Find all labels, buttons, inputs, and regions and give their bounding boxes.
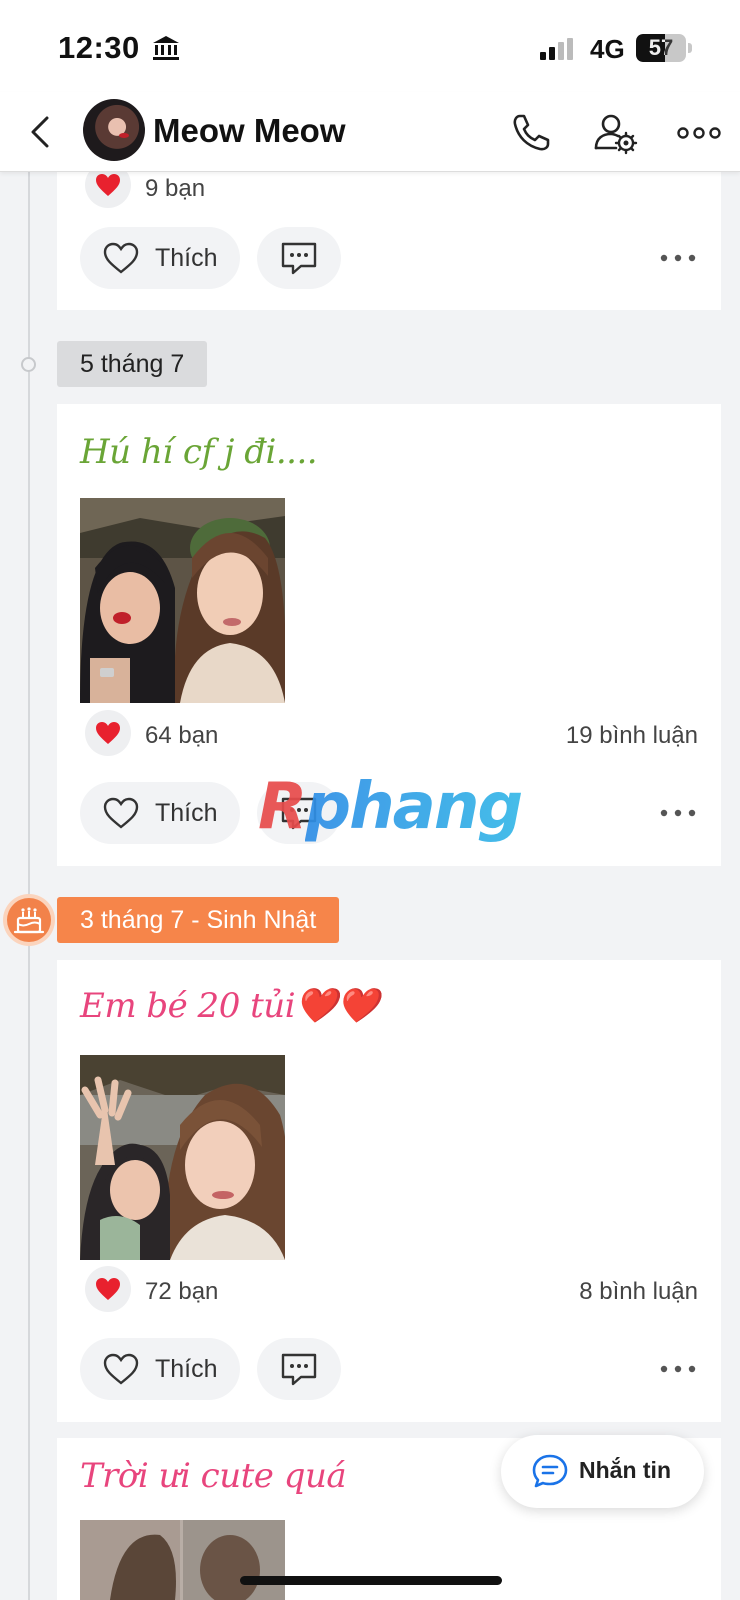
back-icon[interactable] [22, 112, 62, 152]
comment-button[interactable] [257, 227, 341, 289]
birthday-cake-icon [7, 898, 51, 942]
contact-name[interactable]: Meow Meow [153, 112, 346, 150]
post-title: Em bé 20 tủi❤️❤️ [80, 986, 379, 1026]
post-more-icon[interactable] [658, 248, 698, 268]
post-card: 9 bạn Thích [57, 162, 721, 310]
post-photo[interactable] [80, 1055, 285, 1260]
reaction-count[interactable]: 64 bạn [145, 722, 218, 750]
like-label: Thích [155, 799, 218, 827]
post-title: Trời ưi cute quá [80, 1456, 347, 1496]
reaction-count[interactable]: 9 bạn [145, 175, 205, 203]
like-button[interactable]: Thích [80, 1338, 240, 1400]
like-label: Thích [155, 244, 218, 272]
phone-icon[interactable] [508, 110, 554, 156]
more-options-icon[interactable] [676, 110, 722, 156]
comment-icon [281, 242, 317, 275]
heart-outline-icon [103, 797, 139, 829]
like-button[interactable]: Thích [80, 227, 240, 289]
timeline-dot [21, 357, 36, 372]
battery-indicator: 57 [636, 34, 686, 62]
date-label: 5 tháng 7 [57, 341, 208, 387]
home-indicator[interactable] [240, 1576, 502, 1585]
signal-icon [540, 38, 573, 60]
heart-icon [96, 174, 120, 196]
comment-count[interactable]: 19 bình luận [566, 722, 698, 750]
post-card: Em bé 20 tủi❤️❤️ 72 bạn 8 bình luận Thíc… [57, 960, 721, 1422]
network-type: 4G [590, 34, 625, 64]
reaction-count[interactable]: 72 bạn [145, 1278, 218, 1306]
send-message-button[interactable]: Nhắn tin [501, 1435, 704, 1508]
like-button[interactable]: Thích [80, 782, 240, 844]
heart-icon [96, 722, 120, 744]
post-more-icon[interactable] [658, 803, 698, 823]
status-bar: 12:30 4G 57 [0, 0, 740, 92]
reaction-badge[interactable] [85, 710, 131, 756]
send-message-label: Nhắn tin [579, 1457, 671, 1483]
chat-bubble-icon [532, 1454, 568, 1488]
reaction-badge[interactable] [85, 1266, 131, 1312]
comment-button[interactable] [257, 1338, 341, 1400]
heart-outline-icon [103, 242, 139, 274]
watermark-logo: Rphang [258, 770, 523, 844]
post-more-icon[interactable] [658, 1359, 698, 1379]
birthday-date-label: 3 tháng 7 - Sinh Nhật [57, 897, 340, 943]
heart-icon [96, 1278, 120, 1300]
avatar[interactable] [83, 99, 145, 161]
post-title: Hú hí cf j đi.... [80, 432, 318, 472]
heart-outline-icon [103, 1353, 139, 1385]
battery-tip [688, 43, 692, 53]
battery-level: 57 [648, 35, 674, 60]
status-time: 12:30 [58, 30, 140, 65]
comment-icon [281, 1353, 317, 1386]
comment-count[interactable]: 8 bình luận [579, 1278, 698, 1306]
timeline-line [28, 172, 30, 1600]
post-photo[interactable] [80, 498, 285, 703]
chat-header: Meow Meow [0, 92, 740, 172]
post-photo[interactable] [80, 1520, 285, 1600]
bank-icon [153, 36, 179, 60]
profile-settings-icon[interactable] [592, 110, 638, 156]
like-label: Thích [155, 1355, 218, 1383]
